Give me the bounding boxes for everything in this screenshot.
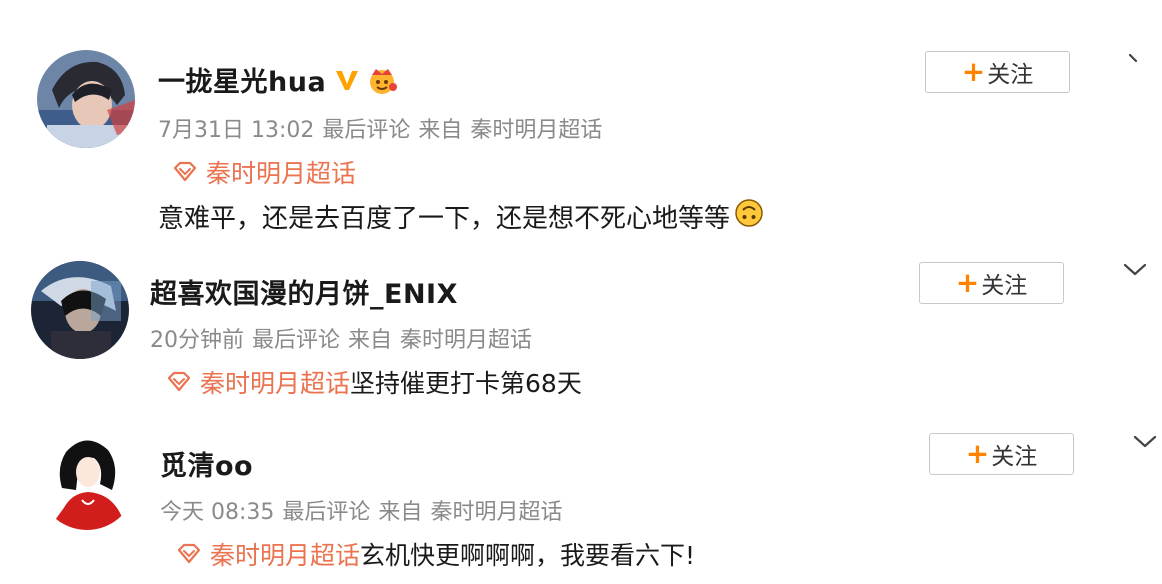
diamond-topic-icon [172,159,198,185]
post-item: 觅清oo 今天 08:35 最后评论 来自 秦时明月超话 秦时明月超话 玄机快更啊啊啊… [0,420,1162,584]
post-time[interactable]: 7月31日 13:02 [158,118,314,143]
topic-line: 秦时明月超话 坚持催更打卡第68天 [166,364,582,400]
post-content: 意难平，还是去百度了一下，还是想不死心地等等 [158,198,764,235]
user-avatar-image [38,432,136,530]
username-text[interactable]: 超喜欢国漫的月饼_ENIX [150,279,458,310]
source-link[interactable]: 秦时明月超话 [470,118,602,143]
chevron-down-icon[interactable] [1124,52,1144,66]
username-text[interactable]: 一拢星光hua [158,67,326,98]
topic-link[interactable]: 秦时明月超话 [206,154,356,190]
avatar[interactable] [31,261,129,359]
avatar[interactable] [38,432,136,530]
follow-label: 关注 [981,273,1028,299]
avatar[interactable] [37,50,135,148]
chevron-down-icon[interactable] [1123,262,1147,278]
topic-link[interactable]: 秦时明月超话 [210,536,360,572]
topic-line: 秦时明月超话 [172,154,356,190]
topic-link[interactable]: 秦时明月超话 [200,364,350,400]
crown-badge-icon [366,65,398,102]
follow-button[interactable]: + 关注 [925,51,1070,93]
source-link[interactable]: 秦时明月超话 [400,328,532,353]
plus-icon: + [961,55,986,88]
post-content-text: 意难平，还是去百度了一下，还是想不死心地等等 [158,204,731,234]
username[interactable]: 超喜欢国漫的月饼_ENIX [150,272,458,311]
from-label: 来自 [348,328,393,353]
plus-icon: + [965,437,990,470]
post-item: 一拢星光hua 7月31日 13:02 最后评论 来自 秦时明月超话 秦时明月超话 意… [0,0,1162,240]
post-time[interactable]: 20分钟前 [150,328,244,353]
plus-icon: + [955,266,980,299]
from-label: 来自 [418,118,463,143]
post-meta: 20分钟前 最后评论 来自 秦时明月超话 [150,322,540,354]
orange-v-badge-icon [334,68,360,99]
user-avatar-image [31,261,129,359]
from-label: 来自 [378,500,423,525]
username[interactable]: 觅清oo [160,444,253,483]
post-time[interactable]: 今天 08:35 [160,500,274,525]
username[interactable]: 一拢星光hua [158,60,398,102]
last-comment-label: 最后评论 [252,328,341,353]
upside-down-face-icon [734,198,764,235]
post-meta: 今天 08:35 最后评论 来自 秦时明月超话 [160,494,570,526]
follow-label: 关注 [987,62,1034,88]
user-avatar-image [37,50,135,148]
diamond-topic-icon [176,541,202,567]
follow-button[interactable]: + 关注 [919,262,1064,304]
diamond-topic-icon [166,369,192,395]
post-item: 超喜欢国漫的月饼_ENIX 20分钟前 最后评论 来自 秦时明月超话 秦时明月超话 坚… [0,240,1162,420]
topic-text: 坚持催更打卡第68天 [350,369,582,398]
topic-line: 秦时明月超话 玄机快更啊啊啊，我要看六下! [176,536,695,572]
last-comment-label: 最后评论 [322,118,411,143]
topic-text: 玄机快更啊啊啊，我要看六下! [360,541,696,570]
post-meta: 7月31日 13:02 最后评论 来自 秦时明月超话 [158,112,610,144]
chevron-down-icon[interactable] [1133,434,1157,450]
source-link[interactable]: 秦时明月超话 [430,500,562,525]
last-comment-label: 最后评论 [282,500,371,525]
follow-button[interactable]: + 关注 [929,433,1074,475]
username-text[interactable]: 觅清oo [160,451,253,482]
follow-label: 关注 [991,444,1038,470]
